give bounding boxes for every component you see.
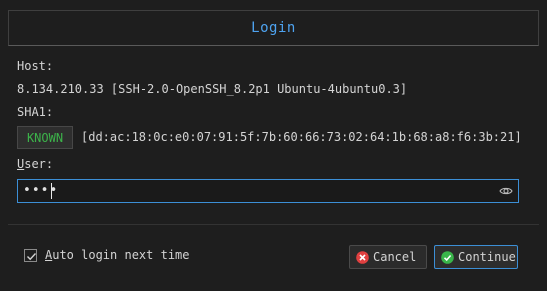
footer-divider	[8, 224, 539, 225]
continue-button[interactable]: Continue	[434, 245, 518, 269]
sha1-label: SHA1:	[17, 105, 54, 119]
sha1-fingerprint: [dd:ac:18:0c:e0:07:91:5f:7b:60:66:73:02:…	[81, 130, 522, 144]
user-input[interactable]: ••••	[17, 179, 519, 203]
auto-login-checkbox-row[interactable]: Auto login next time	[24, 248, 190, 262]
user-input-value: ••••	[23, 183, 59, 198]
dialog-title: Login	[251, 20, 296, 36]
continue-button-label: Continue	[458, 250, 516, 264]
host-label: Host:	[17, 59, 54, 73]
host-value: 8.134.210.33 [SSH-2.0-OpenSSH_8.2p1 Ubun…	[17, 82, 408, 96]
auto-login-label: Auto login next time	[45, 248, 190, 262]
login-dialog: Login Host: 8.134.210.33 [SSH-2.0-OpenSS…	[0, 0, 547, 291]
cancel-button[interactable]: Cancel	[349, 245, 427, 269]
auto-login-checkbox[interactable]	[24, 248, 37, 262]
user-label: User:	[17, 157, 54, 171]
known-badge: KNOWN	[17, 126, 73, 149]
eye-icon[interactable]	[499, 184, 513, 198]
text-caret	[51, 183, 52, 199]
checkmark-icon	[27, 252, 37, 260]
dialog-titlebar: Login	[8, 10, 539, 46]
cancel-icon	[356, 250, 369, 264]
cancel-button-label: Cancel	[373, 250, 417, 264]
check-circle-icon	[441, 250, 454, 264]
